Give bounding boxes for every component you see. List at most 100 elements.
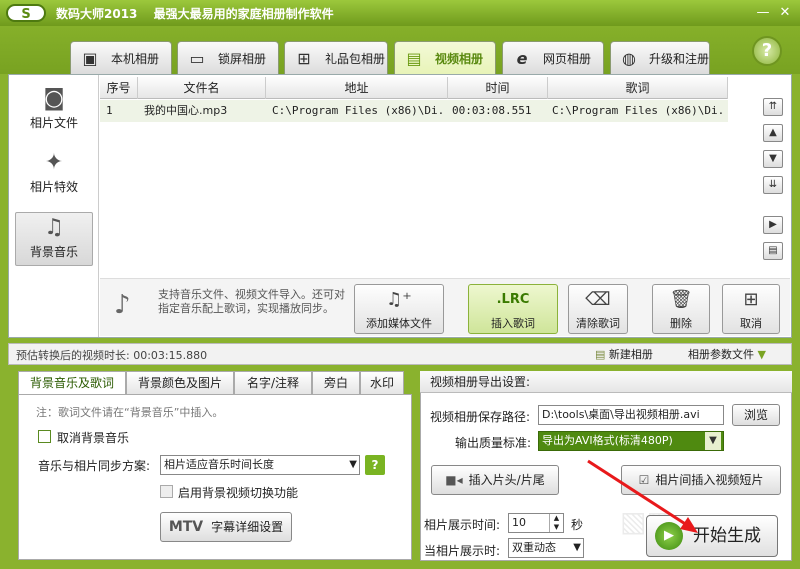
tab-bg-music-lyrics[interactable]: 背景音乐及歌词 [18,371,126,396]
mtv-icon: MTV [168,519,204,535]
play-icon: ▶ [769,219,777,230]
effects-icon: ✦ [44,150,64,175]
nav-photo-files[interactable]: ◙ 相片文件 [15,84,93,138]
move-down-button[interactable]: ▼ [763,150,783,168]
app-logo: S [6,4,46,22]
move-top-button[interactable]: ⇈ [763,98,783,116]
trash-icon: 🗑 [669,289,693,310]
button-label: 删除 [670,317,692,330]
new-album-link[interactable]: ▤ 新建相册 [595,346,653,362]
help-button[interactable]: ? [752,36,782,66]
cell-time: 00:03:08.551 [452,104,532,117]
display-time-value: 10 [512,516,526,529]
tab-label: 视频相册 [435,51,484,66]
sync-label: 音乐与相片同步方案: [38,459,151,473]
button-label: 字幕详细设置 [211,520,284,534]
nav-label: 背景音乐 [29,245,78,259]
tab-narration[interactable]: 旁白 [312,371,360,395]
monitor-icon: ▭ [189,48,205,68]
nav-background-music[interactable]: ♫ 背景音乐 [15,212,93,266]
estimated-duration: 预估转换后的视频时长: 00:03:15.880 [16,349,208,362]
tab-label: 升级和注册 [648,51,709,66]
sync-help-button[interactable]: ? [365,455,385,475]
close-button[interactable]: ✕ [776,4,794,22]
export-header: 视频相册导出设置: [420,371,792,393]
tab-name-note[interactable]: 名字/注释 [234,371,312,395]
delete-button[interactable]: 🗑 删除 [652,284,710,334]
when-display-select[interactable]: 双重动态 ▼ [508,538,584,558]
display-time-stepper[interactable]: 10 ▲ ▼ [508,513,564,533]
tab-web-album[interactable]: e 网页相册 [502,41,604,74]
col-index: 序号 [100,77,138,99]
gift-icon: ⊞ [297,48,311,68]
cell-index: 1 [106,104,113,117]
up-icon: ▲ [769,127,777,138]
move-bottom-button[interactable]: ⇊ [763,176,783,194]
tab-label: 本机相册 [111,51,160,66]
tab-gift-album[interactable]: ⊞ 礼品包相册 [284,41,388,74]
button-label: 取消 [740,317,762,330]
save-path-label: 视频相册保存路径: [430,410,531,424]
display-time-label: 相片展示时间: [424,518,501,532]
tab-label: 锁屏相册 [218,51,267,66]
window-title: 数码大师2013 最强大最易用的家庭相册制作软件 [56,7,334,21]
cancel-button[interactable]: ⊞ 取消 [722,284,780,334]
table-header: 序号 文件名 地址 时间 歌词 [100,77,728,99]
play-preview-button[interactable]: ▶ [763,216,783,234]
chevron-down-icon: ▼ [349,459,357,470]
film-icon: ▤ [406,48,422,68]
add-music-icon: ♫⁺ [386,289,412,310]
sync-select[interactable]: 相片适应音乐时间长度 ▼ [160,455,360,475]
lyrics-note: 注：歌词文件请在“背景音乐”中插入。 [36,406,224,419]
button-label: 清除歌词 [576,317,620,330]
double-up-icon: ⇈ [768,101,778,112]
clear-lyrics-button[interactable]: ⌫ 清除歌词 [568,284,628,334]
move-up-button[interactable]: ▲ [763,124,783,142]
tab-upgrade-register[interactable]: ◍ 升级和注册 [610,41,710,74]
tab-bg-color-image[interactable]: 背景颜色及图片 [126,371,234,395]
spinner-icon: ▲ ▼ [549,514,563,532]
cell-filename: 我的中国心.mp3 [144,104,228,117]
document-icon: ▤ [768,245,778,256]
globe-icon: ◍ [622,48,636,68]
enable-video-switch-checkbox[interactable] [160,485,173,498]
new-album-label: 新建相册 [608,348,653,361]
button-label: 添加媒体文件 [366,317,432,330]
add-media-button[interactable]: ♫⁺ 添加媒体文件 [354,284,444,334]
down-icon: ▼ [769,153,777,164]
ie-icon: e [516,48,528,68]
nav-photo-effects[interactable]: ✦ 相片特效 [15,148,93,202]
insert-head-tail-button[interactable]: ■◂ 插入片头/片尾 [431,465,559,495]
tab-local-album[interactable]: ▣ 本机相册 [70,41,172,74]
save-path-input[interactable]: D:\tools\桌面\导出视频相册.avi [538,405,724,425]
cancel-bg-music-checkbox[interactable] [38,430,51,443]
info-text: 支持音乐文件、视频文件导入。还可对指定音乐配上歌词，实现播放同步。 [158,288,345,315]
music-icon: ♫ [44,215,64,240]
button-label: 插入歌词 [491,317,535,330]
tab-lockscreen-album[interactable]: ▭ 锁屏相册 [177,41,279,74]
eraser-icon: ⌫ [585,289,611,310]
tab-video-album[interactable]: ▤ 视频相册 [394,41,496,74]
double-down-icon: ⇊ [768,179,778,190]
minimize-button[interactable]: — [754,4,772,22]
mtv-subtitle-settings-button[interactable]: MTV 字幕详细设置 [160,512,292,542]
chevron-down-icon: ▼ [754,348,766,361]
button-label: 插入片头/片尾 [468,473,545,487]
enable-video-switch-label: 启用背景视频切换功能 [178,486,299,500]
nav-label: 相片文件 [29,116,78,130]
col-filename: 文件名 [138,77,266,99]
tab-label: 礼品包相册 [325,51,386,66]
album-params-dropdown[interactable]: 相册参数文件 ▼ [688,346,766,362]
table-row[interactable]: 1 我的中国心.mp3 C:\Program Files (x86)\Di...… [100,100,728,122]
when-display-value: 双重动态 [512,541,556,554]
browse-button[interactable]: 浏览 [732,404,780,426]
chevron-down-icon: ▼ [705,432,721,450]
video-camera-icon: ■◂ [445,473,463,487]
insert-lyrics-button[interactable]: .LRC 插入歌词 [468,284,558,334]
quality-select[interactable]: 导出为AVI格式(标清480P) ▼ [538,431,724,451]
file-info-button[interactable]: ▤ [763,242,783,260]
sync-value: 相片适应音乐时间长度 [164,458,274,471]
tab-watermark[interactable]: 水印 [360,371,404,395]
tab-label: 网页相册 [543,51,592,66]
nav-label: 相片特效 [29,180,78,194]
